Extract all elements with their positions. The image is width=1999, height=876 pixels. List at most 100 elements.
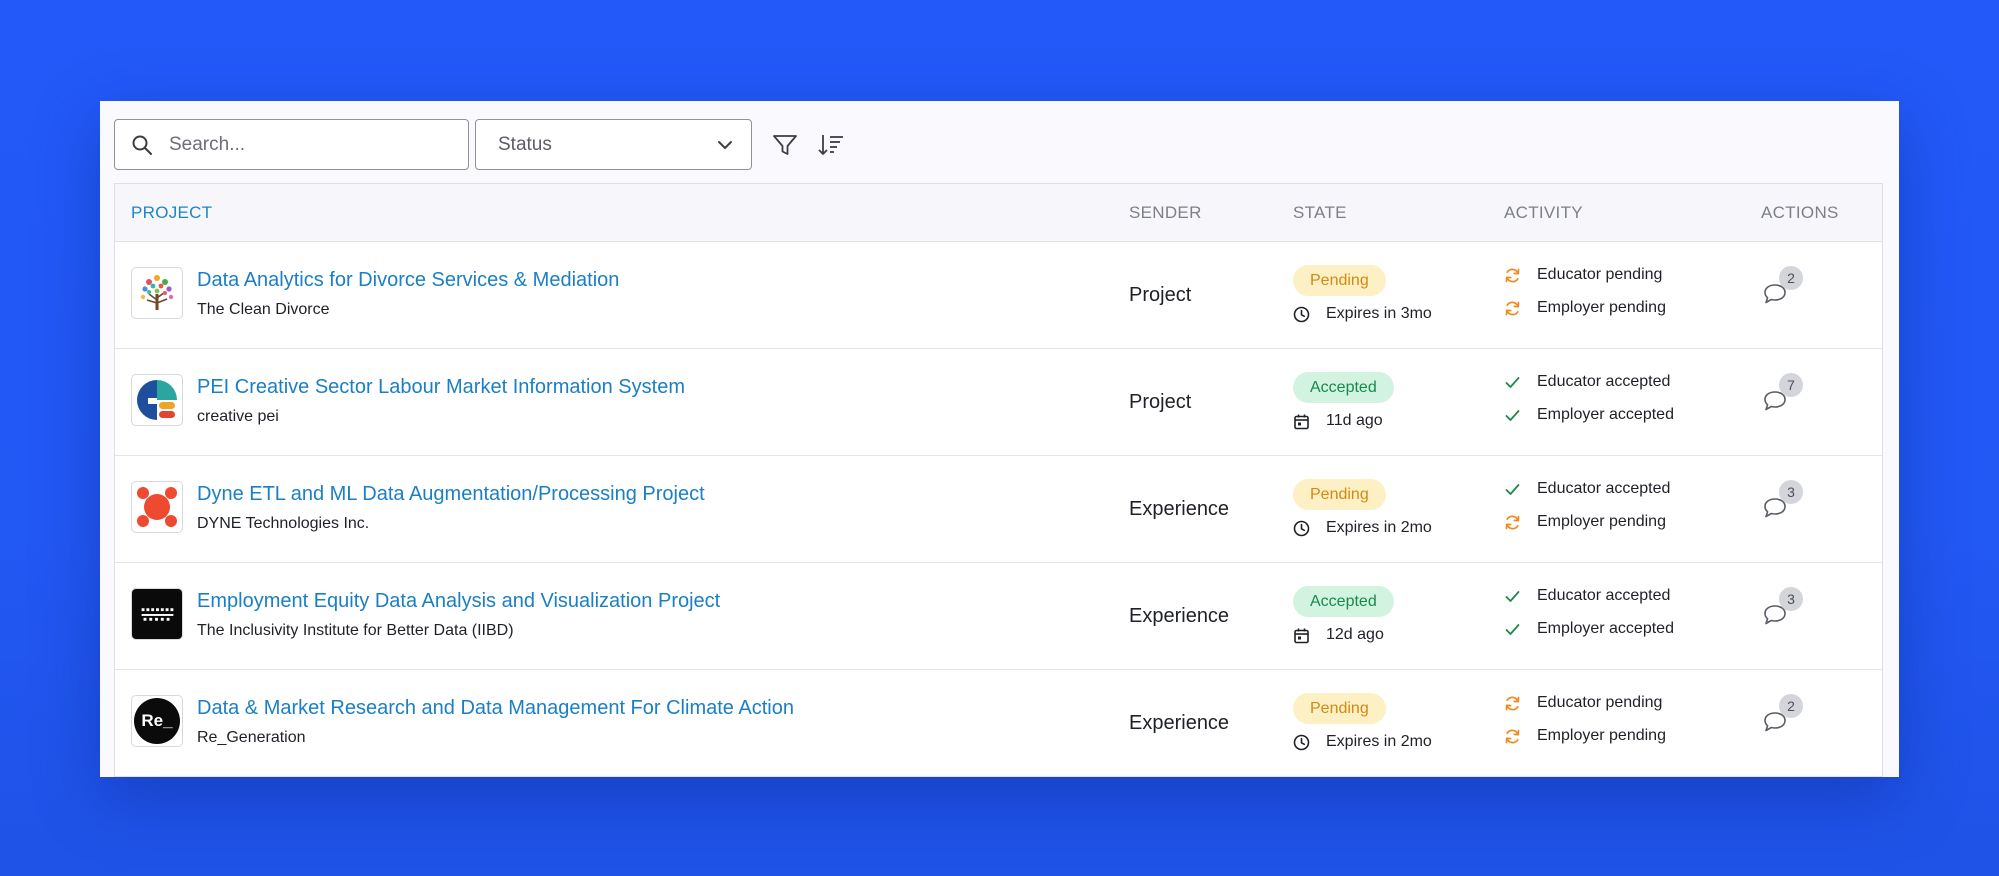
state-meta: 12d ago [1293,626,1384,644]
column-header-sender[interactable]: SENDER [1129,203,1202,223]
activity-item: Educator accepted [1504,480,1670,498]
activity-text: Employer pending [1537,513,1666,530]
comment-count-badge: 7 [1779,373,1803,397]
activity-item: Employer pending [1504,727,1666,745]
activity-item: Educator pending [1504,266,1662,284]
activity-item: Employer accepted [1504,620,1674,638]
status-select-label: Status [498,133,552,155]
project-organization: The Clean Divorce [197,301,330,318]
search-icon [132,135,152,155]
projects-table: PROJECT SENDER STATE ACTIVITY ACTIONS Da… [114,183,1883,777]
state-meta: Expires in 2mo [1293,733,1432,751]
calendar-icon [1293,627,1318,644]
column-header-activity[interactable]: ACTIVITY [1504,203,1583,223]
state-meta: Expires in 2mo [1293,519,1432,537]
column-header-actions: ACTIONS [1761,203,1839,222]
activity-text: Employer pending [1537,299,1666,316]
dyne-logo [131,481,183,533]
refresh-icon [1504,514,1529,531]
state-meta-text: 12d ago [1326,626,1384,643]
chevron-down-icon [718,140,732,149]
state-meta: 11d ago [1293,412,1383,430]
table-row[interactable]: Data Analytics for Divorce Services & Me… [115,242,1882,349]
column-header-project[interactable]: PROJECT [131,203,212,223]
refresh-icon [1504,267,1529,284]
status-badge: Accepted [1293,372,1394,403]
toolbar: Status [114,118,848,171]
clock-icon [1293,520,1318,537]
projects-panel: Status PROJECT SENDER STATE [100,101,1899,777]
activity-text: Employer accepted [1537,620,1674,637]
project-title-link[interactable]: Data Analytics for Divorce Services & Me… [197,269,619,292]
status-badge: Accepted [1293,586,1394,617]
project-organization: The Inclusivity Institute for Better Dat… [197,622,514,639]
table-header: PROJECT SENDER STATE ACTIVITY ACTIONS [115,184,1882,242]
comment-count-badge: 2 [1779,694,1803,718]
comments-button[interactable]: 7 [1762,373,1804,415]
activity-text: Employer pending [1537,727,1666,744]
activity-text: Educator accepted [1537,373,1671,390]
project-organization: DYNE Technologies Inc. [197,515,370,532]
refresh-icon [1504,695,1529,712]
activity-text: Educator pending [1537,694,1663,711]
activity-item: Employer accepted [1504,406,1674,424]
table-body: Data Analytics for Divorce Services & Me… [115,242,1882,777]
refresh-icon [1504,728,1529,745]
state-meta-text: 11d ago [1326,412,1383,429]
calendar-icon [1293,413,1318,430]
activity-item: Employer pending [1504,299,1666,317]
search-box[interactable] [114,119,469,170]
comment-count-badge: 3 [1779,480,1803,504]
search-input[interactable] [167,132,451,157]
status-select[interactable]: Status [475,119,752,170]
activity-item: Educator accepted [1504,587,1670,605]
table-row[interactable]: Re_ Data & Market Research and Data Manag… [115,670,1882,777]
check-icon [1504,407,1529,424]
creative-pei-logo [131,374,183,426]
iibd-logo [131,588,183,640]
comments-button[interactable]: 3 [1762,480,1804,522]
activity-item: Educator accepted [1504,373,1670,391]
sort-icon [818,134,843,155]
check-icon [1504,374,1529,391]
check-icon [1504,588,1529,605]
sender-type: Project [1129,284,1192,306]
filter-button[interactable] [768,128,802,162]
comments-button[interactable]: 2 [1762,694,1804,736]
table-row[interactable]: Dyne ETL and ML Data Augmentation/Proces… [115,456,1882,563]
clock-icon [1293,734,1318,751]
project-title-link[interactable]: Dyne ETL and ML Data Augmentation/Proces… [197,483,705,506]
activity-item: Employer pending [1504,513,1666,531]
table-row[interactable]: PEI Creative Sector Labour Market Inform… [115,349,1882,456]
re-generation-logo-text: Re_ [134,698,180,744]
sender-type: Experience [1129,605,1230,627]
tree-logo [131,267,183,319]
comment-count-badge: 2 [1779,266,1803,290]
sender-type: Experience [1129,712,1230,734]
sender-type: Project [1129,391,1192,413]
comments-button[interactable]: 2 [1762,266,1804,308]
state-meta-text: Expires in 2mo [1326,519,1432,536]
activity-item: Educator pending [1504,694,1662,712]
filter-icon [773,134,797,155]
project-organization: creative pei [197,408,279,425]
activity-text: Educator pending [1537,266,1663,283]
check-icon [1504,621,1529,638]
comment-count-badge: 3 [1779,587,1803,611]
project-title-link[interactable]: Employment Equity Data Analysis and Visu… [197,590,720,613]
project-title-link[interactable]: Data & Market Research and Data Manageme… [197,697,794,720]
sort-button[interactable] [814,128,848,162]
check-icon [1504,481,1529,498]
status-badge: Pending [1293,479,1386,510]
state-meta-text: Expires in 2mo [1326,733,1432,750]
activity-text: Educator accepted [1537,587,1671,604]
comments-button[interactable]: 3 [1762,587,1804,629]
state-meta-text: Expires in 3mo [1326,305,1432,322]
activity-text: Employer accepted [1537,406,1674,423]
table-row[interactable]: Employment Equity Data Analysis and Visu… [115,563,1882,670]
project-organization: Re_Generation [197,729,306,746]
column-header-state[interactable]: STATE [1293,203,1347,223]
project-title-link[interactable]: PEI Creative Sector Labour Market Inform… [197,376,685,399]
clock-icon [1293,306,1318,323]
refresh-icon [1504,300,1529,317]
